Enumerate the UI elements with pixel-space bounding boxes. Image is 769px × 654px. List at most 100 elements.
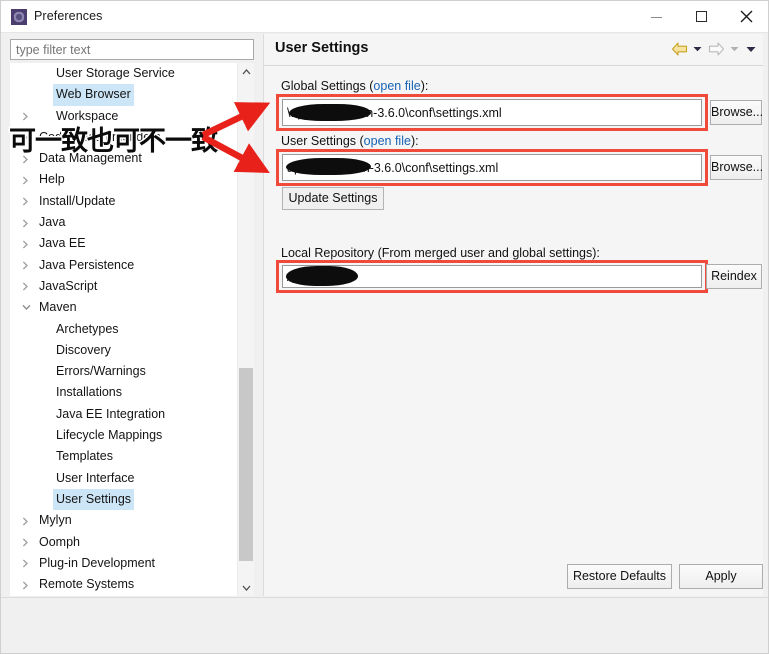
- tree-item[interactable]: Install/Update: [11, 191, 254, 212]
- forward-arrow-icon[interactable]: [707, 41, 725, 57]
- tree-item[interactable]: Web Browser: [11, 84, 254, 106]
- local-repository-label: Local Repository (From merged user and g…: [281, 246, 600, 260]
- tree-item-label: Templates: [56, 449, 113, 464]
- window-title: Preferences: [34, 9, 103, 23]
- tree-item[interactable]: Oomph: [11, 532, 254, 553]
- view-menu-caret-icon[interactable]: [744, 41, 757, 57]
- tree-item[interactable]: User Storage Service: [11, 63, 254, 84]
- chevron-up-icon[interactable]: [238, 63, 254, 80]
- local-repository-input[interactable]: [282, 265, 702, 288]
- tree-item[interactable]: Mylyn: [11, 510, 254, 531]
- chevron-right-icon[interactable]: [22, 553, 34, 574]
- global-settings-input[interactable]: [282, 99, 702, 126]
- close-icon[interactable]: [724, 1, 768, 32]
- tree-item[interactable]: Remote Systems: [11, 574, 254, 595]
- maximize-icon[interactable]: [679, 1, 724, 32]
- back-dropdown-caret-icon[interactable]: [691, 41, 704, 57]
- title-bar: Preferences: [1, 1, 768, 33]
- tree-item-label: Lifecycle Mappings: [56, 428, 163, 443]
- minimize-icon[interactable]: [634, 1, 679, 32]
- page-title: User Settings: [275, 40, 369, 56]
- reindex-button[interactable]: Reindex: [706, 264, 762, 289]
- tree-item[interactable]: Installations: [11, 382, 254, 403]
- tree-item[interactable]: JavaScript: [11, 276, 254, 297]
- chevron-down-icon[interactable]: [22, 297, 34, 318]
- tree-item-label: JavaScript: [39, 278, 98, 293]
- user-settings-label: User Settings (open file):: [281, 134, 419, 148]
- forward-dropdown-caret-icon[interactable]: [728, 41, 741, 57]
- filter-input[interactable]: [10, 39, 254, 60]
- tree-item-label: Mylyn: [39, 513, 72, 528]
- preferences-dialog: Preferences User Storage Service Web Brow…: [0, 0, 769, 654]
- apply-label: Apply: [705, 569, 737, 583]
- tree-item-label: Plug-in Development: [39, 555, 156, 570]
- tree-item[interactable]: User Settings: [11, 488, 254, 511]
- tree-item[interactable]: Help: [11, 169, 254, 190]
- chevron-right-icon[interactable]: [22, 595, 34, 596]
- tree-item[interactable]: Archetypes: [11, 319, 254, 340]
- chevron-right-icon[interactable]: [22, 191, 34, 212]
- global-settings-label-text: Global Settings (: [281, 79, 374, 93]
- chevron-right-icon[interactable]: [22, 276, 34, 297]
- chevron-right-icon[interactable]: [22, 510, 34, 531]
- global-settings-open-file-link[interactable]: open file: [373, 79, 420, 93]
- restore-defaults-button[interactable]: Restore Defaults: [567, 564, 672, 589]
- chevron-right-icon[interactable]: [22, 233, 34, 254]
- tree-item-label: Run/Debug: [36, 595, 105, 596]
- user-settings-open-file-link[interactable]: open file: [364, 134, 411, 148]
- pane-header: User Settings: [264, 34, 763, 66]
- tree-item[interactable]: Lifecycle Mappings: [11, 425, 254, 446]
- settings-pane: User Settings Global Settings (open file…: [263, 34, 763, 596]
- tree-item-label: Discovery: [56, 342, 111, 357]
- tree-item-label: Remote Systems: [39, 577, 135, 592]
- annotation-note: 可一致也可不一致: [8, 125, 220, 159]
- gear-icon: [11, 9, 27, 25]
- update-settings-button[interactable]: Update Settings: [282, 187, 384, 210]
- tree-item-label: Java Persistence: [39, 257, 135, 272]
- tree-item-label: Archetypes: [56, 321, 119, 336]
- tree-item[interactable]: Java: [11, 212, 254, 233]
- tree-item-label: User Interface: [56, 470, 135, 485]
- global-settings-label-suffix: ):: [420, 79, 429, 93]
- back-arrow-icon[interactable]: [670, 41, 688, 57]
- chevron-right-icon[interactable]: [22, 574, 34, 595]
- dialog-footer: ? OK Cancel: [1, 598, 768, 653]
- chevron-right-icon[interactable]: [22, 255, 34, 276]
- chevron-right-icon[interactable]: [22, 212, 34, 233]
- apply-button[interactable]: Apply: [679, 564, 763, 589]
- global-settings-browse-button[interactable]: Browse...: [710, 100, 763, 125]
- tree-item-label: Oomph: [39, 534, 80, 549]
- user-settings-label-suffix: ):: [410, 134, 419, 148]
- tree-item-label: Web Browser: [53, 84, 134, 106]
- tree-item[interactable]: Errors/Warnings: [11, 361, 254, 382]
- tree-item[interactable]: Java Persistence: [11, 255, 254, 276]
- tree-item[interactable]: Run/Debug: [11, 595, 254, 596]
- scrollbar-thumb[interactable]: [239, 368, 253, 561]
- tree-item-label: Installations: [56, 385, 123, 400]
- restore-defaults-label: Restore Defaults: [572, 569, 667, 583]
- tree-item-label: User Storage Service: [56, 66, 175, 80]
- chevron-right-icon[interactable]: [22, 532, 34, 553]
- tree-item-label: Help: [39, 172, 65, 187]
- user-settings-input[interactable]: [282, 154, 702, 181]
- user-settings-browse-button[interactable]: Browse...: [710, 155, 763, 180]
- user-settings-label-text: User Settings (: [281, 134, 364, 148]
- tree-item[interactable]: Maven: [11, 297, 254, 318]
- tree-item[interactable]: Discovery: [11, 340, 254, 361]
- pane-toolbar: [670, 41, 757, 57]
- tree-item[interactable]: User Interface: [11, 468, 254, 489]
- tree-item-label: Install/Update: [39, 193, 116, 208]
- tree-item[interactable]: Plug-in Development: [11, 553, 254, 574]
- global-settings-label: Global Settings (open file):: [281, 79, 428, 93]
- tree-item[interactable]: Java EE: [11, 233, 254, 254]
- tree-item-label: Java EE Integration: [56, 406, 166, 421]
- tree-scrollbar[interactable]: [237, 63, 254, 596]
- tree-item-label: Java: [39, 215, 66, 230]
- tree-item-label: Errors/Warnings: [56, 364, 146, 379]
- tree-item[interactable]: Templates: [11, 446, 254, 467]
- chevron-down-icon[interactable]: [238, 579, 254, 596]
- tree-item[interactable]: Java EE Integration: [11, 404, 254, 425]
- tree-item-label: Maven: [39, 300, 77, 315]
- chevron-right-icon[interactable]: [22, 169, 34, 190]
- tree-item-label: User Settings: [53, 488, 135, 511]
